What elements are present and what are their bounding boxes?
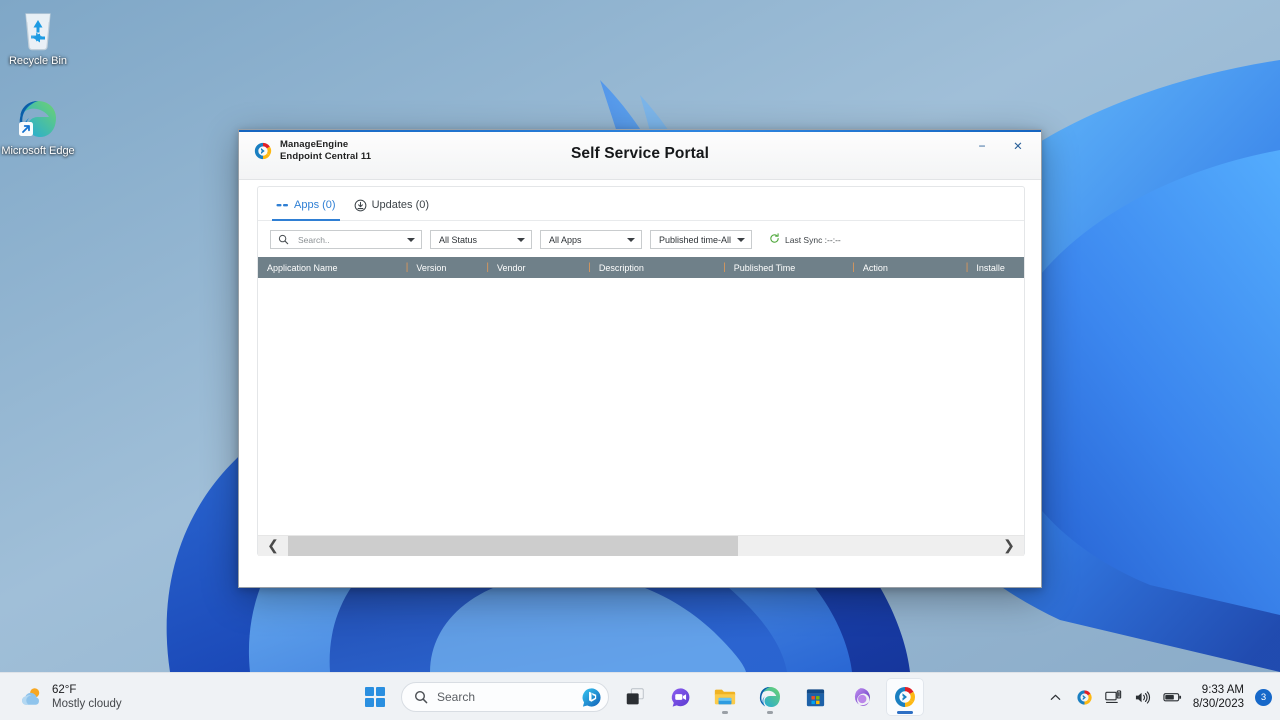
status-filter-value: All Status [439,234,478,245]
clock-date: 8/30/2023 [1192,698,1244,710]
store-icon [806,688,824,706]
search-icon [277,234,289,246]
window-title: Self Service Portal [570,145,710,162]
last-sync-status[interactable]: Last Sync :--:-- [769,231,841,249]
start-button[interactable] [356,678,394,716]
tray-manageengine-button[interactable] [1072,680,1098,714]
tray-overflow-button[interactable] [1043,680,1069,714]
window-titlebar: ManageEngine Endpoint Central 11 Self Se… [239,132,1041,180]
notification-badge[interactable]: 3 [1255,688,1272,706]
taskbar-app-manageengine-endpoint-central[interactable] [886,678,924,716]
taskbar-app-task-view[interactable] [616,678,654,716]
volume-icon [1136,690,1151,704]
published-time-filter-dropdown[interactable]: Published time-All [650,230,752,249]
battery-icon [1163,693,1181,702]
column-header-vendor[interactable]: | Vendor [486,257,588,278]
system-tray: 9:33 AM 8/30/2023 3 [1043,673,1272,720]
folder-icon [714,689,736,705]
manageengine-tray-icon [1077,689,1092,705]
status-filter-dropdown[interactable]: All Status [430,230,532,249]
chevron-down-icon [407,237,415,242]
column-separator: | [588,262,591,273]
taskbar: 62°F Mostly cloudy Search 9:33 AM 8/30/2… [0,672,1280,720]
table-header-row: Application Name | Version | Vendor | Descr… [258,257,1024,278]
tab-apps[interactable]: Apps (0) [272,191,340,221]
close-button[interactable]: ✕ [1007,137,1029,155]
apps-icon [276,199,289,212]
taskbar-app-microsoft-store[interactable] [796,678,834,716]
taskbar-app-microsoft-edge[interactable] [751,678,789,716]
tab-apps-label: Apps (0) [294,198,336,211]
tab-updates[interactable]: Updates (0) [354,191,429,220]
scroll-left-arrow[interactable]: ❮ [258,535,288,556]
desktop-icon-label: Recycle Bin [8,55,68,67]
column-header-application-name[interactable]: Application Name [258,257,406,278]
taskbar-search-placeholder: Search [437,690,476,704]
column-header-version[interactable]: | Version [406,257,487,278]
tab-bar: Apps (0) Updates (0) [258,187,1024,221]
table-body [258,278,1024,529]
office-icon [854,687,870,706]
search-icon [414,690,428,704]
chat-icon [671,687,689,707]
column-separator: | [965,262,969,273]
taskbar-clock[interactable]: 9:33 AM 8/30/2023 [1189,683,1250,711]
chevron-down-icon [517,237,525,242]
chevron-down-icon [737,237,745,242]
desktop-icon-label: Microsoft Edge [1,145,75,157]
updates-download-icon [354,199,367,212]
windows-start-icon [365,687,385,707]
horizontal-scrollbar[interactable]: ❮ ❯ [258,535,1024,556]
edge-icon [759,687,780,707]
tab-updates-label: Updates (0) [371,198,430,211]
tray-network-button[interactable] [1101,680,1127,714]
chevron-up-icon [1051,694,1061,700]
network-icon [1105,689,1122,703]
scrollbar-track[interactable] [288,535,994,556]
task-view-icon [626,688,644,705]
tray-battery-button[interactable] [1159,680,1186,714]
column-header-action[interactable]: | Action [852,257,966,278]
taskbar-app-chat[interactable] [661,678,699,716]
search-input[interactable]: Search.. [270,230,422,249]
column-header-description[interactable]: | Description [588,257,723,278]
taskbar-app-microsoft-365[interactable] [841,678,879,716]
column-header-installed[interactable]: | Installe [966,257,1024,278]
manageengine-icon [895,687,916,707]
scrollbar-thumb[interactable] [288,535,738,556]
search-placeholder: Search.. [298,234,330,245]
scroll-right-arrow[interactable]: ❯ [994,535,1024,556]
desktop-icon-microsoft-edge[interactable]: Microsoft Edge [0,96,76,158]
running-indicator [722,711,728,714]
recycle-bin-icon [0,6,76,52]
chevron-down-icon [627,237,635,242]
tray-volume-button[interactable] [1130,680,1156,714]
content-card: Apps (0) Updates (0) Search.. All Status… [257,186,1025,556]
column-separator: | [723,262,726,273]
bing-chat-icon[interactable] [581,687,602,708]
apps-filter-dropdown[interactable]: All Apps [540,230,642,249]
column-separator: | [486,262,489,273]
column-separator: | [852,262,855,273]
edge-icon [0,96,76,142]
running-indicator [767,711,773,714]
desktop-icon-recycle-bin[interactable]: Recycle Bin [0,6,76,68]
last-sync-label: Last Sync :--:-- [785,234,841,245]
refresh-icon[interactable] [769,231,780,249]
taskbar-search-box[interactable]: Search [401,682,609,712]
clock-time: 9:33 AM [1201,684,1244,696]
apps-filter-value: All Apps [549,234,582,245]
active-indicator [897,711,913,714]
taskbar-app-file-explorer[interactable] [706,678,744,716]
filter-bar: Search.. All Status All Apps Published t… [258,221,1024,257]
published-time-filter-value: Published time-All [659,234,732,245]
minimize-button[interactable]: − [971,137,993,155]
self-service-portal-window: ManageEngine Endpoint Central 11 Self Se… [238,129,1042,588]
column-header-published-time[interactable]: | Published Time [723,257,852,278]
column-separator: | [405,262,409,273]
